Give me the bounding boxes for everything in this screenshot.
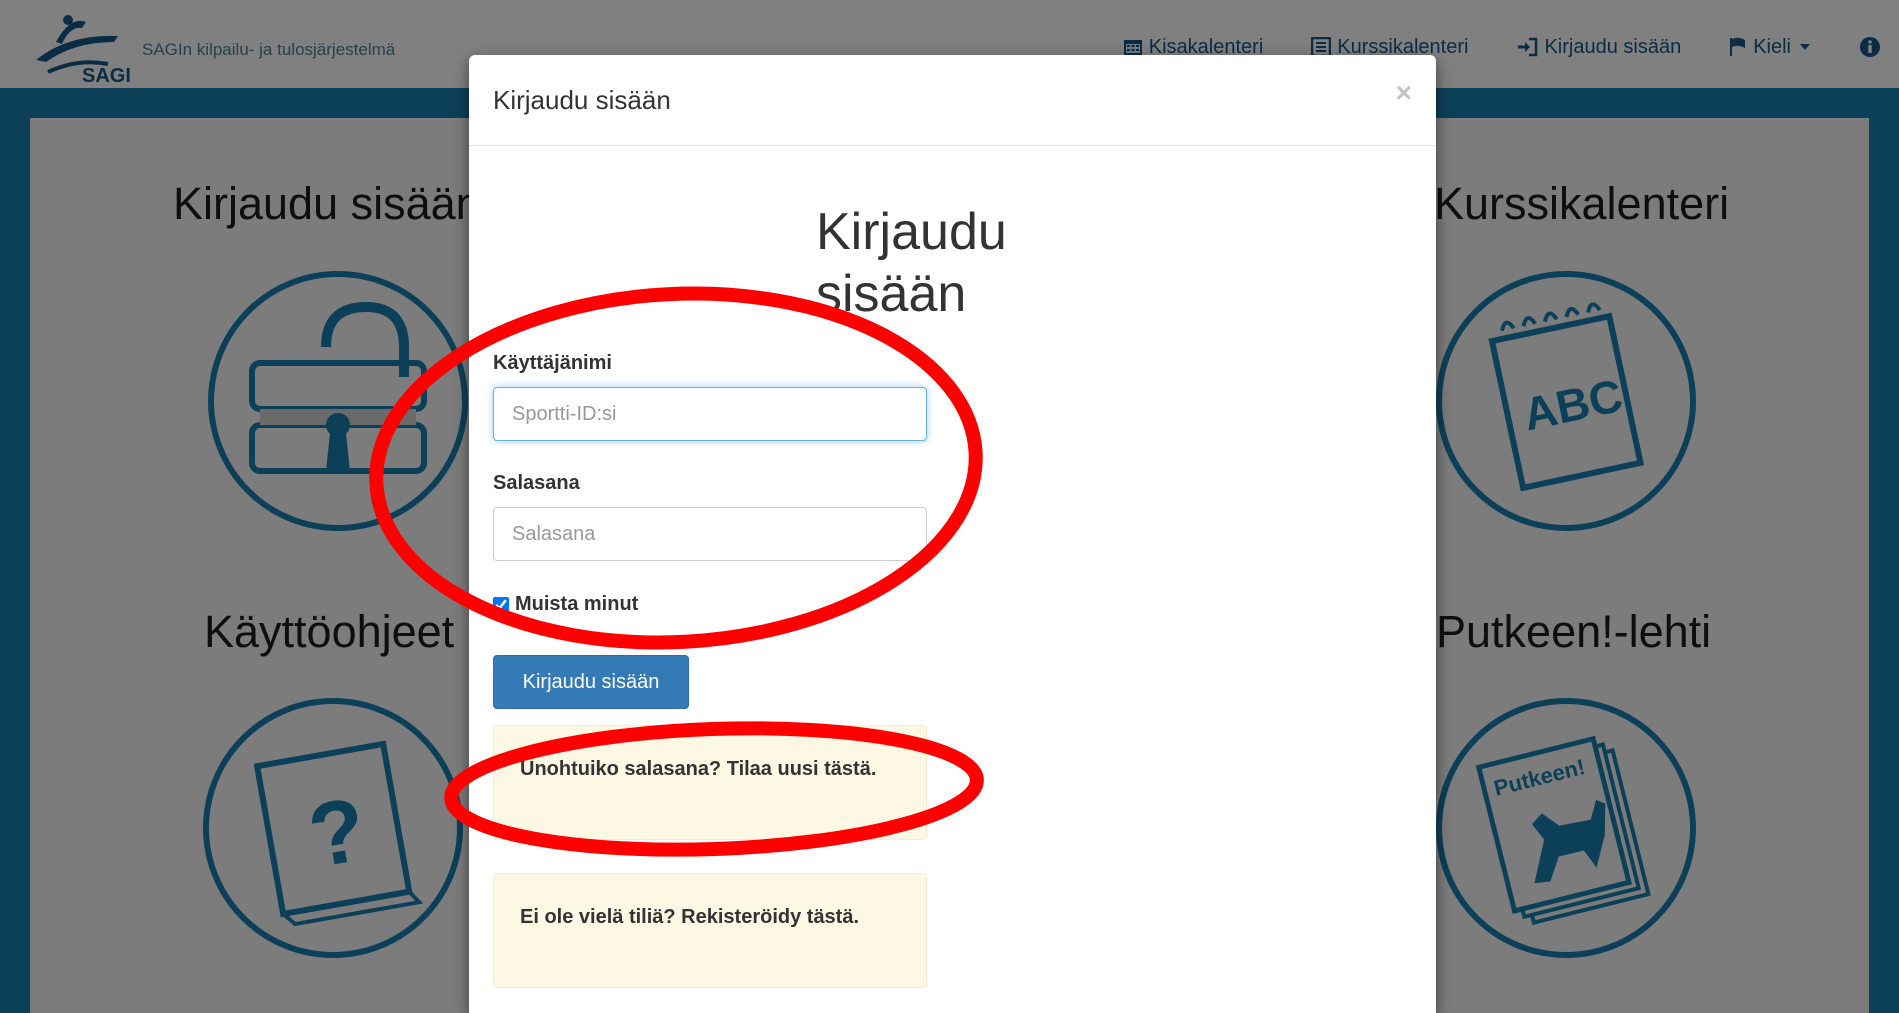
help-book-text: ? [302,779,374,887]
tile-login-title: Kirjaudu sisään [173,178,481,229]
tile-courses-circle: ABC [1436,271,1696,531]
register-alert[interactable]: Ei ole vielä tiliä? Rekisteröidy tästä. [493,873,927,988]
username-input[interactable] [493,387,927,441]
nav-kirjaudu[interactable]: Kirjaudu sisään [1516,36,1681,59]
password-input[interactable] [493,507,927,561]
modal-title: Kirjaudu sisään [493,85,671,115]
tile-courses[interactable]: Kurssikalenteri [1434,178,1729,230]
login-modal: Kirjaudu sisään × Kirjaudu sisään Käyttä… [469,55,1436,1013]
tile-magazine[interactable]: Putkeen!-lehti [1436,606,1711,658]
notebook-abc-text: ABC [1519,369,1627,441]
close-icon[interactable]: × [1396,77,1412,109]
tile-courses-title: Kurssikalenteri [1434,178,1730,229]
tile-magazine-title: Putkeen!-lehti [1436,606,1712,657]
remember-checkbox[interactable] [493,596,509,613]
sagi-logo: SAGI [36,15,131,84]
info-icon [1860,37,1880,57]
brand-text: SAGIn kilpailu- ja tulosjärjestelmä [142,40,396,59]
nav-kieli-label: Kieli [1753,35,1791,58]
caret-down-icon [1800,44,1810,50]
sign-in-icon [1518,37,1538,57]
tile-magazine-circle: Putkeen! [1436,698,1696,958]
brand[interactable]: SAGI SAGIn kilpailu- ja tulosjärjestelmä [28,12,395,84]
forgot-password-link[interactable]: Unohtuiko salasana? Tilaa uusi tästä. [520,758,876,780]
padlock-icon [249,301,427,474]
forgot-password-alert[interactable]: Unohtuiko salasana? Tilaa uusi tästä. [493,725,927,840]
username-label: Käyttäjänimi [493,352,612,374]
nav-kieli[interactable]: Kieli [1729,36,1811,59]
tile-login-circle [208,271,468,531]
flag-icon [1730,37,1746,56]
list-icon [1311,37,1332,57]
login-heading: Kirjaudu sisään [816,203,1007,324]
remember-label: Muista minut [515,593,639,615]
nav-info[interactable] [1859,36,1881,58]
sagi-logo-text: SAGI [82,65,131,84]
modal-header: Kirjaudu sisään × [469,55,1436,146]
magazine-icon: Putkeen! [1475,735,1651,925]
register-link[interactable]: Ei ole vielä tiliä? Rekisteröidy tästä. [520,906,859,928]
tile-login[interactable]: Kirjaudu sisään [173,178,481,230]
nav-kirjaudu-label: Kirjaudu sisään [1544,35,1682,58]
password-label: Salasana [493,472,580,494]
tile-manual[interactable]: Käyttöohjeet [204,606,454,658]
remember-me[interactable]: Muista minut [493,593,638,616]
tile-manual-title: Käyttöohjeet [204,606,455,657]
tile-manual-circle: ? [203,698,463,958]
login-submit-button[interactable]: Kirjaudu sisään [493,655,689,709]
help-book-icon: ? [253,740,424,927]
notebook-abc-icon: ABC [1488,302,1645,492]
calendar-icon [1123,40,1142,55]
